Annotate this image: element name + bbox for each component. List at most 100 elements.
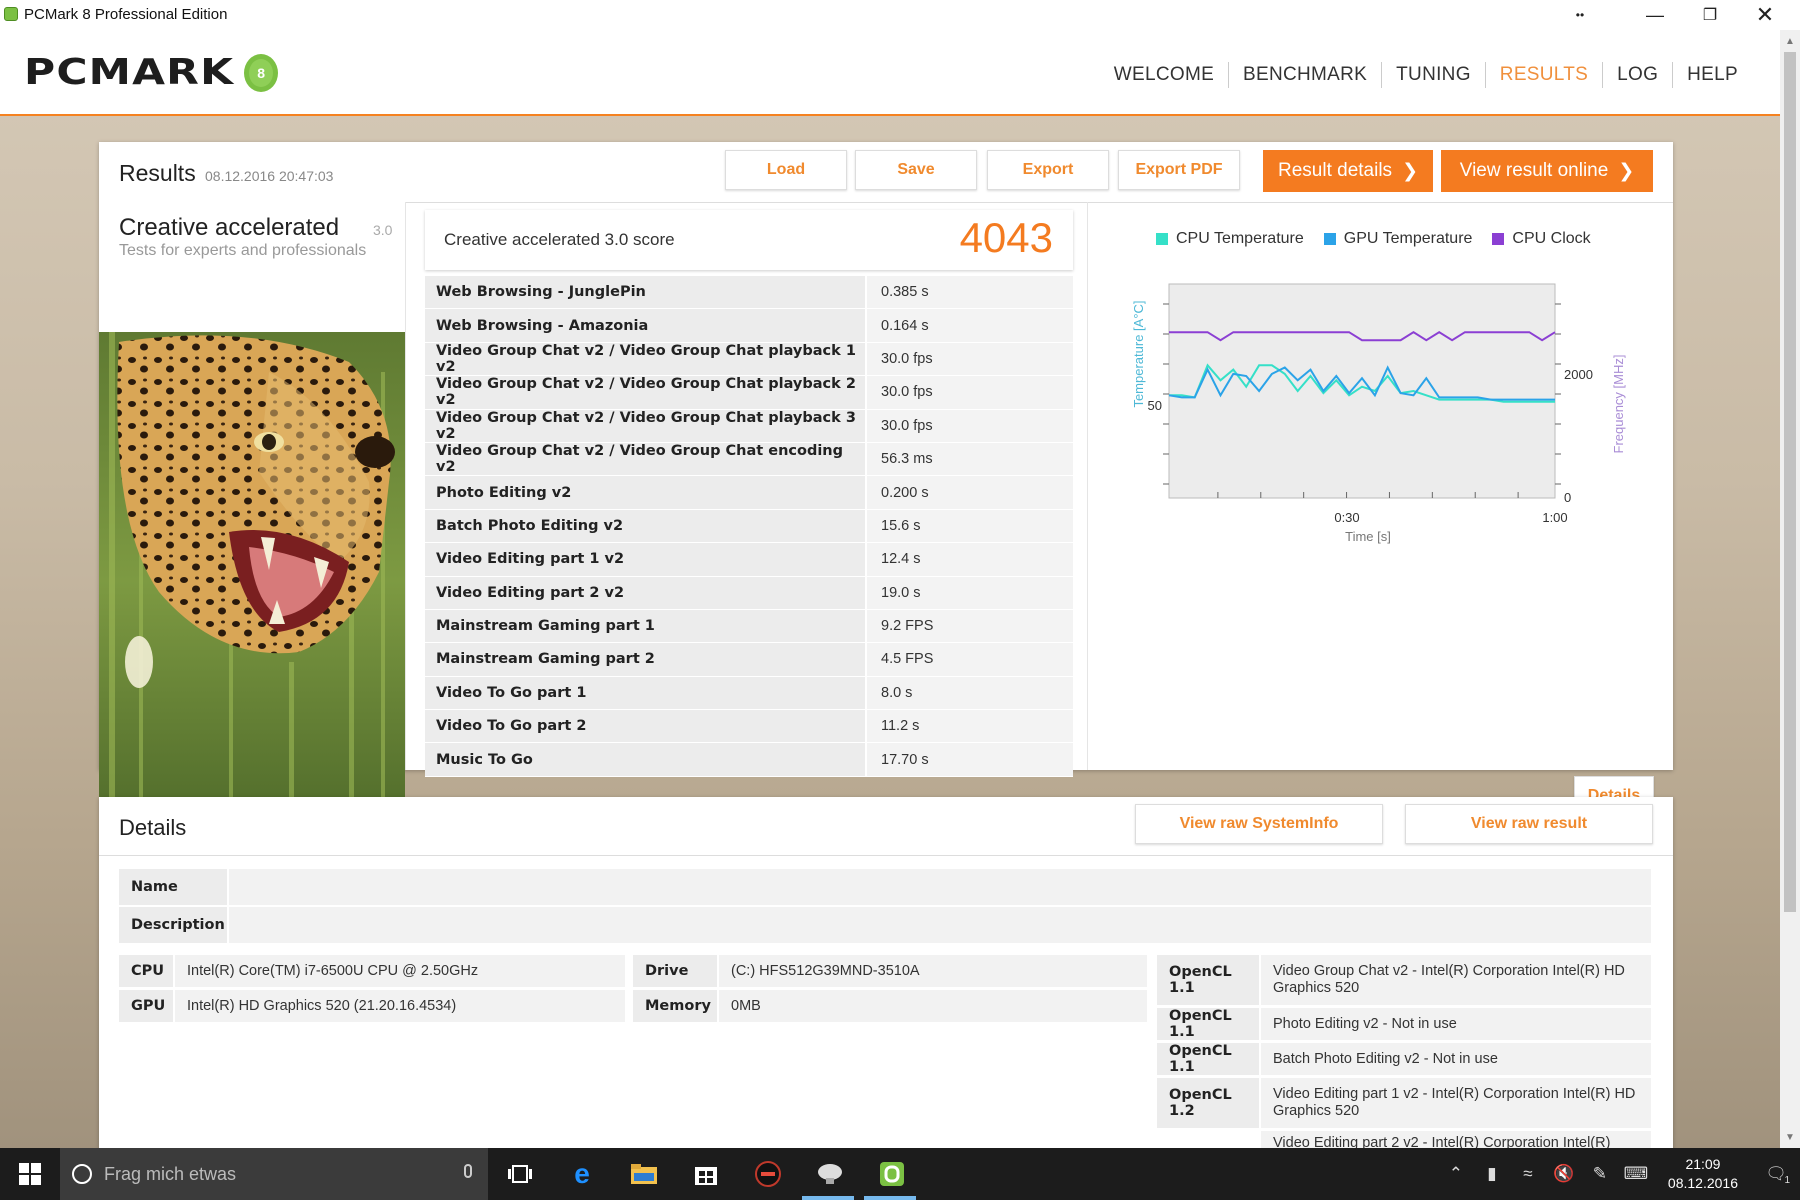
view-online-label: View result online: [1459, 160, 1609, 181]
result-value: 8.0 s: [865, 676, 1073, 710]
result-row: Video Group Chat v2 / Video Group Chat p…: [425, 342, 1073, 377]
result-name: Video Group Chat v2 / Video Group Chat p…: [425, 342, 865, 376]
view-raw-result-button[interactable]: View raw result: [1405, 804, 1653, 844]
result-details-button[interactable]: Result details ❯: [1263, 150, 1433, 192]
notification-center-icon[interactable]: 🗨 1: [1752, 1164, 1800, 1186]
volume-muted-icon[interactable]: 🔇: [1546, 1164, 1582, 1184]
scroll-up-icon[interactable]: ▲: [1780, 32, 1800, 50]
result-value: 11.2 s: [865, 710, 1073, 743]
description-value: [227, 907, 1651, 943]
description-row: Description: [119, 907, 1651, 943]
legend-item[interactable]: CPU Clock: [1492, 230, 1591, 248]
vertical-scrollbar[interactable]: ▲ ▼: [1780, 30, 1800, 1148]
nav-log[interactable]: LOG: [1603, 64, 1672, 86]
restore-button[interactable]: ❐: [1680, 0, 1740, 30]
pcmark-taskbar-icon[interactable]: [876, 1158, 908, 1190]
x-axis-label: Time [s]: [1345, 529, 1391, 544]
nav-help[interactable]: HELP: [1673, 64, 1752, 86]
y2-axis-label: Frequency [MHz]: [1611, 355, 1626, 454]
scrollbar-thumb[interactable]: [1784, 52, 1796, 912]
opencl-label: OpenCL 1.1: [1157, 955, 1259, 1005]
result-value: 19.0 s: [865, 576, 1073, 609]
keyboard-icon[interactable]: ⌨: [1618, 1164, 1654, 1184]
window-title: PCMark 8 Professional Edition: [24, 6, 228, 23]
result-value: 0.200 s: [865, 476, 1073, 509]
export-button[interactable]: Export: [987, 150, 1109, 190]
taskbar: Frag mich etwas e ⌃ ▮ ≈ 🔇 ✎ ⌨ 21:09 08.1…: [0, 1148, 1800, 1200]
cpu-value: Intel(R) Core(TM) i7-6500U CPU @ 2.50GHz: [173, 955, 625, 987]
clock-time: 21:09: [1685, 1156, 1721, 1172]
wifi-icon[interactable]: ≈: [1510, 1164, 1546, 1184]
result-name: Batch Photo Editing v2: [425, 509, 865, 543]
result-value: 15.6 s: [865, 509, 1073, 543]
result-row: Video Group Chat v2 / Video Group Chat p…: [425, 409, 1073, 443]
y-tick-label: 50: [1148, 398, 1162, 413]
drive-value: (C:) HFS512G39MND-3510A: [717, 955, 1147, 987]
active-app-indicator: [802, 1196, 854, 1200]
pen-icon[interactable]: ✎: [1582, 1164, 1618, 1184]
legend-item[interactable]: GPU Temperature: [1323, 230, 1472, 248]
opencl-label: OpenCL 1.1: [1157, 1043, 1259, 1075]
taskbar-clock[interactable]: 21:09 08.12.2016: [1654, 1155, 1752, 1193]
minimize-button[interactable]: —: [1625, 0, 1685, 30]
start-button[interactable]: [0, 1148, 60, 1200]
results-panel: Results 08.12.2016 20:47:03 Load Save Ex…: [99, 142, 1673, 830]
drive-row: Drive (C:) HFS512G39MND-3510A: [633, 955, 1147, 987]
opencl-label: OpenCL 1.1: [1157, 1008, 1259, 1040]
chart-legend: CPU Temperature GPU Temperature CPU Cloc…: [1156, 230, 1611, 248]
results-title: Results: [119, 160, 196, 186]
result-name: Video Group Chat v2 / Video Group Chat p…: [425, 376, 865, 409]
search-placeholder: Frag mich etwas: [104, 1163, 237, 1184]
result-name: Video To Go part 1: [425, 676, 865, 710]
result-row: Video Group Chat v2 / Video Group Chat p…: [425, 376, 1073, 410]
result-name: Mainstream Gaming part 1: [425, 609, 865, 643]
test-subtitle: Tests for experts and professionals: [119, 242, 367, 259]
memory-value: 0MB: [717, 990, 1147, 1022]
result-row: Photo Editing v2 0.200 s: [425, 476, 1073, 510]
battery-icon[interactable]: ▮: [1474, 1164, 1510, 1184]
legend-swatch: [1323, 233, 1336, 245]
active-app-indicator: [864, 1196, 916, 1200]
task-view-icon[interactable]: [504, 1158, 536, 1190]
close-button[interactable]: ✕: [1735, 0, 1795, 30]
system-tray: ⌃ ▮ ≈ 🔇 ✎ ⌨ 21:09 08.12.2016 🗨 1: [1438, 1148, 1800, 1200]
nav-tuning[interactable]: TUNING: [1382, 64, 1485, 86]
legend-label: CPU Temperature: [1176, 230, 1304, 247]
scroll-down-icon[interactable]: ▼: [1780, 1128, 1800, 1146]
result-name: Video Editing part 1 v2: [425, 543, 865, 576]
view-result-online-button[interactable]: View result online ❯: [1441, 150, 1653, 192]
result-value: 0.385 s: [865, 276, 1073, 309]
microphone-icon[interactable]: [464, 1164, 472, 1178]
view-raw-systeminfo-button[interactable]: View raw SystemInfo: [1135, 804, 1383, 844]
result-value: 56.3 ms: [865, 442, 1073, 476]
edge-browser-icon[interactable]: e: [566, 1158, 598, 1190]
gpu-label: GPU: [119, 990, 173, 1022]
chevron-up-icon[interactable]: ⌃: [1438, 1164, 1474, 1184]
export-pdf-button[interactable]: Export PDF: [1118, 150, 1240, 190]
name-row: Name: [119, 869, 1651, 905]
taskbar-search[interactable]: Frag mich etwas: [60, 1148, 488, 1200]
cpu-row: CPU Intel(R) Core(TM) i7-6500U CPU @ 2.5…: [119, 955, 625, 987]
result-value: 17.70 s: [865, 743, 1073, 776]
score-value: 4043: [959, 214, 1053, 261]
plot-area: [1168, 283, 1556, 499]
details-title: Details: [119, 815, 187, 840]
opencl-value: Batch Photo Editing v2 - Not in use: [1259, 1043, 1651, 1075]
memory-row: Memory 0MB: [633, 990, 1147, 1022]
save-button[interactable]: Save: [855, 150, 977, 190]
legend-item[interactable]: CPU Temperature: [1156, 230, 1304, 248]
details-panel: Details View raw SystemInfo View raw res…: [99, 797, 1673, 1157]
file-explorer-icon[interactable]: [628, 1158, 660, 1190]
app-icon[interactable]: [814, 1158, 846, 1190]
nav-results[interactable]: RESULTS: [1486, 64, 1602, 86]
load-button[interactable]: Load: [725, 150, 847, 190]
nav-welcome[interactable]: WELCOME: [1100, 64, 1228, 86]
name-label: Name: [119, 869, 227, 905]
store-icon[interactable]: [690, 1158, 722, 1190]
result-name: Photo Editing v2: [425, 476, 865, 509]
result-name: Video Editing part 2 v2: [425, 576, 865, 609]
more-icon[interactable]: ••: [1550, 0, 1610, 30]
asus-app-icon[interactable]: [752, 1158, 784, 1190]
results-header: Results 08.12.2016 20:47:03 Load Save Ex…: [99, 142, 1673, 203]
nav-benchmark[interactable]: BENCHMARK: [1229, 64, 1381, 86]
